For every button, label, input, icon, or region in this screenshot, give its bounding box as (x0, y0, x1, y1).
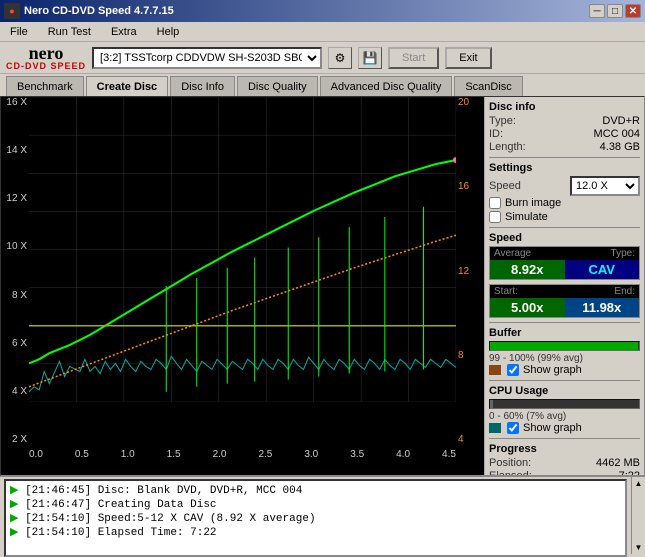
maximize-button[interactable]: □ (607, 4, 623, 18)
settings-section: Settings Speed 12.0 X Burn image Simulat… (489, 162, 640, 223)
speed-label: Speed (489, 180, 521, 192)
avg-value: 8.92x (490, 260, 565, 279)
id-value: MCC 004 (594, 128, 640, 140)
progress-section: Progress Position: 4462 MB Elapsed: 7:22 (489, 443, 640, 475)
end-header: End: (614, 286, 635, 297)
x-axis: 0.0 0.5 1.0 1.5 2.0 2.5 3.0 3.5 4.0 4.5 (29, 445, 456, 475)
buffer-show-graph-checkbox[interactable] (507, 364, 519, 376)
tab-scandisc[interactable]: ScanDisc (454, 76, 522, 96)
cpu-label: 0 - 60% (7% avg) (489, 411, 640, 422)
tab-disc-quality[interactable]: Disc Quality (237, 76, 318, 96)
menu-extra[interactable]: Extra (105, 24, 143, 40)
buffer-title: Buffer (489, 327, 640, 339)
log-line-1: ▶ [21:46:45] Disc: Blank DVD, DVD+R, MCC… (10, 483, 621, 497)
log-scrollbar[interactable]: ▲ ▼ (631, 477, 645, 554)
disc-info-section: Disc info Type: DVD+R ID: MCC 004 Length… (489, 101, 640, 153)
start-value: 5.00x (490, 298, 565, 317)
log-line-2: ▶ [21:46:47] Creating Data Disc (10, 497, 621, 511)
end-value: 11.98x (565, 298, 640, 317)
burn-image-label: Burn image (505, 197, 561, 209)
simulate-checkbox[interactable] (489, 211, 501, 223)
tab-disc-info[interactable]: Disc Info (170, 76, 235, 96)
window-controls: ─ □ ✕ (589, 4, 641, 18)
menu-file[interactable]: File (4, 24, 34, 40)
title-bar: ● Nero CD-DVD Speed 4.7.7.15 ─ □ ✕ (0, 0, 645, 22)
cpu-show-graph-checkbox[interactable] (507, 422, 519, 434)
cpu-show-graph-label: Show graph (523, 422, 582, 434)
minimize-button[interactable]: ─ (589, 4, 605, 18)
elapsed-label: Elapsed: (489, 470, 532, 475)
save-button[interactable]: 💾 (358, 47, 382, 69)
drive-dropdown[interactable]: [3:2] TSSTcorp CDDVDW SH-S203D SB00 (92, 47, 322, 69)
toolbar: nero CD-DVD SPEED [3:2] TSSTcorp CDDVDW … (0, 42, 645, 74)
buffer-color-swatch (489, 365, 501, 375)
tabs: Benchmark Create Disc Disc Info Disc Qua… (0, 74, 645, 96)
tab-advanced-disc-quality[interactable]: Advanced Disc Quality (320, 76, 453, 96)
burn-image-checkbox[interactable] (489, 197, 501, 209)
app-title: Nero CD-DVD Speed 4.7.7.15 (24, 5, 174, 17)
exit-button[interactable]: Exit (445, 47, 491, 69)
length-label: Length: (489, 141, 526, 153)
avg-header: Average (494, 248, 531, 259)
menu-help[interactable]: Help (151, 24, 186, 40)
log-line-4: ▶ [21:54:10] Elapsed Time: 7:22 (10, 525, 621, 539)
speed-dropdown[interactable]: 12.0 X (570, 176, 640, 196)
options-button[interactable]: ⚙ (328, 47, 352, 69)
tab-benchmark[interactable]: Benchmark (6, 76, 84, 96)
log-area: ▶ [21:46:45] Disc: Blank DVD, DVD+R, MCC… (4, 479, 627, 557)
chart-area: 16 X 14 X 12 X 10 X 8 X 6 X 4 X 2 X 20 1… (1, 97, 484, 475)
cpu-show-graph-row: Show graph (489, 422, 640, 434)
speed-section-title: Speed (489, 232, 640, 244)
nero-logo: nero CD-DVD SPEED (6, 44, 86, 71)
cpu-title: CPU Usage (489, 385, 640, 397)
cpu-color-swatch (489, 423, 501, 433)
right-panel: Disc info Type: DVD+R ID: MCC 004 Length… (484, 97, 644, 475)
elapsed-value: 7:22 (619, 470, 640, 475)
speed-avg-box: Average Type: 8.92x CAV (489, 246, 640, 280)
position-value: 4462 MB (596, 457, 640, 469)
start-header: Start: (494, 286, 518, 297)
type-value: CAV (565, 260, 640, 279)
buffer-bar-container (489, 341, 640, 351)
settings-title: Settings (489, 162, 640, 174)
cpu-bar (490, 400, 493, 408)
burn-image-row: Burn image (489, 197, 640, 209)
menu-run-test[interactable]: Run Test (42, 24, 97, 40)
progress-title: Progress (489, 443, 640, 455)
start-button[interactable]: Start (388, 47, 439, 69)
type-label: Type: (489, 115, 516, 127)
buffer-section: Buffer 99 - 100% (99% avg) Show graph (489, 327, 640, 376)
menu-bar: File Run Test Extra Help (0, 22, 645, 42)
close-button[interactable]: ✕ (625, 4, 641, 18)
buffer-bar (490, 342, 638, 350)
y-axis-right: 20 16 12 8 4 (456, 97, 484, 445)
id-label: ID: (489, 128, 503, 140)
speed-section: Speed Average Type: 8.92x CAV Start: End… (489, 232, 640, 318)
disc-info-title: Disc info (489, 101, 640, 113)
type-header: Type: (611, 248, 635, 259)
log-line-3: ▶ [21:54:10] Speed:5-12 X CAV (8.92 X av… (10, 511, 621, 525)
app-icon: ● (4, 3, 20, 19)
chart-svg (29, 97, 456, 402)
cpu-bar-container (489, 399, 640, 409)
buffer-label: 99 - 100% (99% avg) (489, 353, 640, 364)
buffer-show-graph-label: Show graph (523, 364, 582, 376)
buffer-show-graph-row: Show graph (489, 364, 640, 376)
simulate-label: Simulate (505, 211, 548, 223)
length-value: 4.38 GB (600, 141, 640, 153)
type-value: DVD+R (602, 115, 640, 127)
position-label: Position: (489, 457, 531, 469)
y-axis-left: 16 X 14 X 12 X 10 X 8 X 6 X 4 X 2 X (1, 97, 29, 445)
speed-start-end-box: Start: End: 5.00x 11.98x (489, 284, 640, 318)
simulate-row: Simulate (489, 211, 640, 223)
cpu-section: CPU Usage 0 - 60% (7% avg) Show graph (489, 385, 640, 434)
main-content: 16 X 14 X 12 X 10 X 8 X 6 X 4 X 2 X 20 1… (0, 96, 645, 476)
tab-create-disc[interactable]: Create Disc (86, 76, 169, 96)
